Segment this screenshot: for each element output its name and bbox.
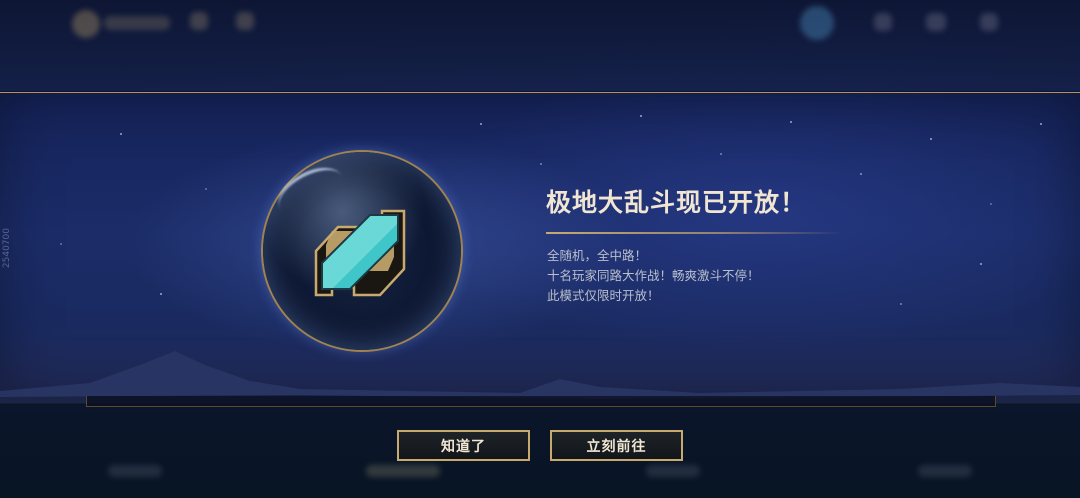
- title-divider: [546, 232, 842, 234]
- blurred-bottom-item: [646, 465, 700, 477]
- screen: 2540700 极地大乱斗现已开放！ 全随机，全中路！ 十名玩家同路大作战！畅爽…: [0, 0, 1080, 498]
- blurred-currency-icon: [800, 6, 834, 40]
- blurred-nav-icon: [980, 13, 998, 31]
- mountain-silhouette: [0, 351, 1080, 403]
- panel-footer-edge: [86, 396, 996, 407]
- blurred-nav-icon: [236, 12, 254, 30]
- aram-mode-emblem-icon: [314, 209, 406, 297]
- blurred-top-bar: [0, 0, 1080, 92]
- blurred-bottom-item: [108, 465, 162, 477]
- blurred-nav-item: [104, 16, 170, 30]
- side-watermark: 2540700: [2, 228, 12, 269]
- blurred-nav-icon: [926, 13, 946, 31]
- blurred-nav-icon: [190, 12, 208, 30]
- blurred-bottom-item: [366, 465, 440, 477]
- description-line: 全随机，全中路！: [547, 248, 648, 263]
- blurred-bottom-item: [918, 465, 972, 477]
- go-now-button[interactable]: 立刻前往: [550, 430, 683, 461]
- description-line: 十名玩家同路大作战！畅爽激斗不停！: [547, 268, 760, 283]
- announcement-title: 极地大乱斗现已开放！: [546, 188, 807, 217]
- acknowledge-button[interactable]: 知道了: [397, 430, 530, 461]
- blurred-nav-icon: [874, 13, 892, 31]
- description-line: 此模式仅限时开放！: [547, 288, 660, 303]
- blurred-bottom-bar: [0, 403, 1080, 498]
- announcement-panel: [0, 92, 1080, 404]
- blurred-logo-icon: [72, 10, 100, 38]
- announcement-description: 全随机，全中路！ 十名玩家同路大作战！畅爽激斗不停！ 此模式仅限时开放！: [547, 246, 760, 306]
